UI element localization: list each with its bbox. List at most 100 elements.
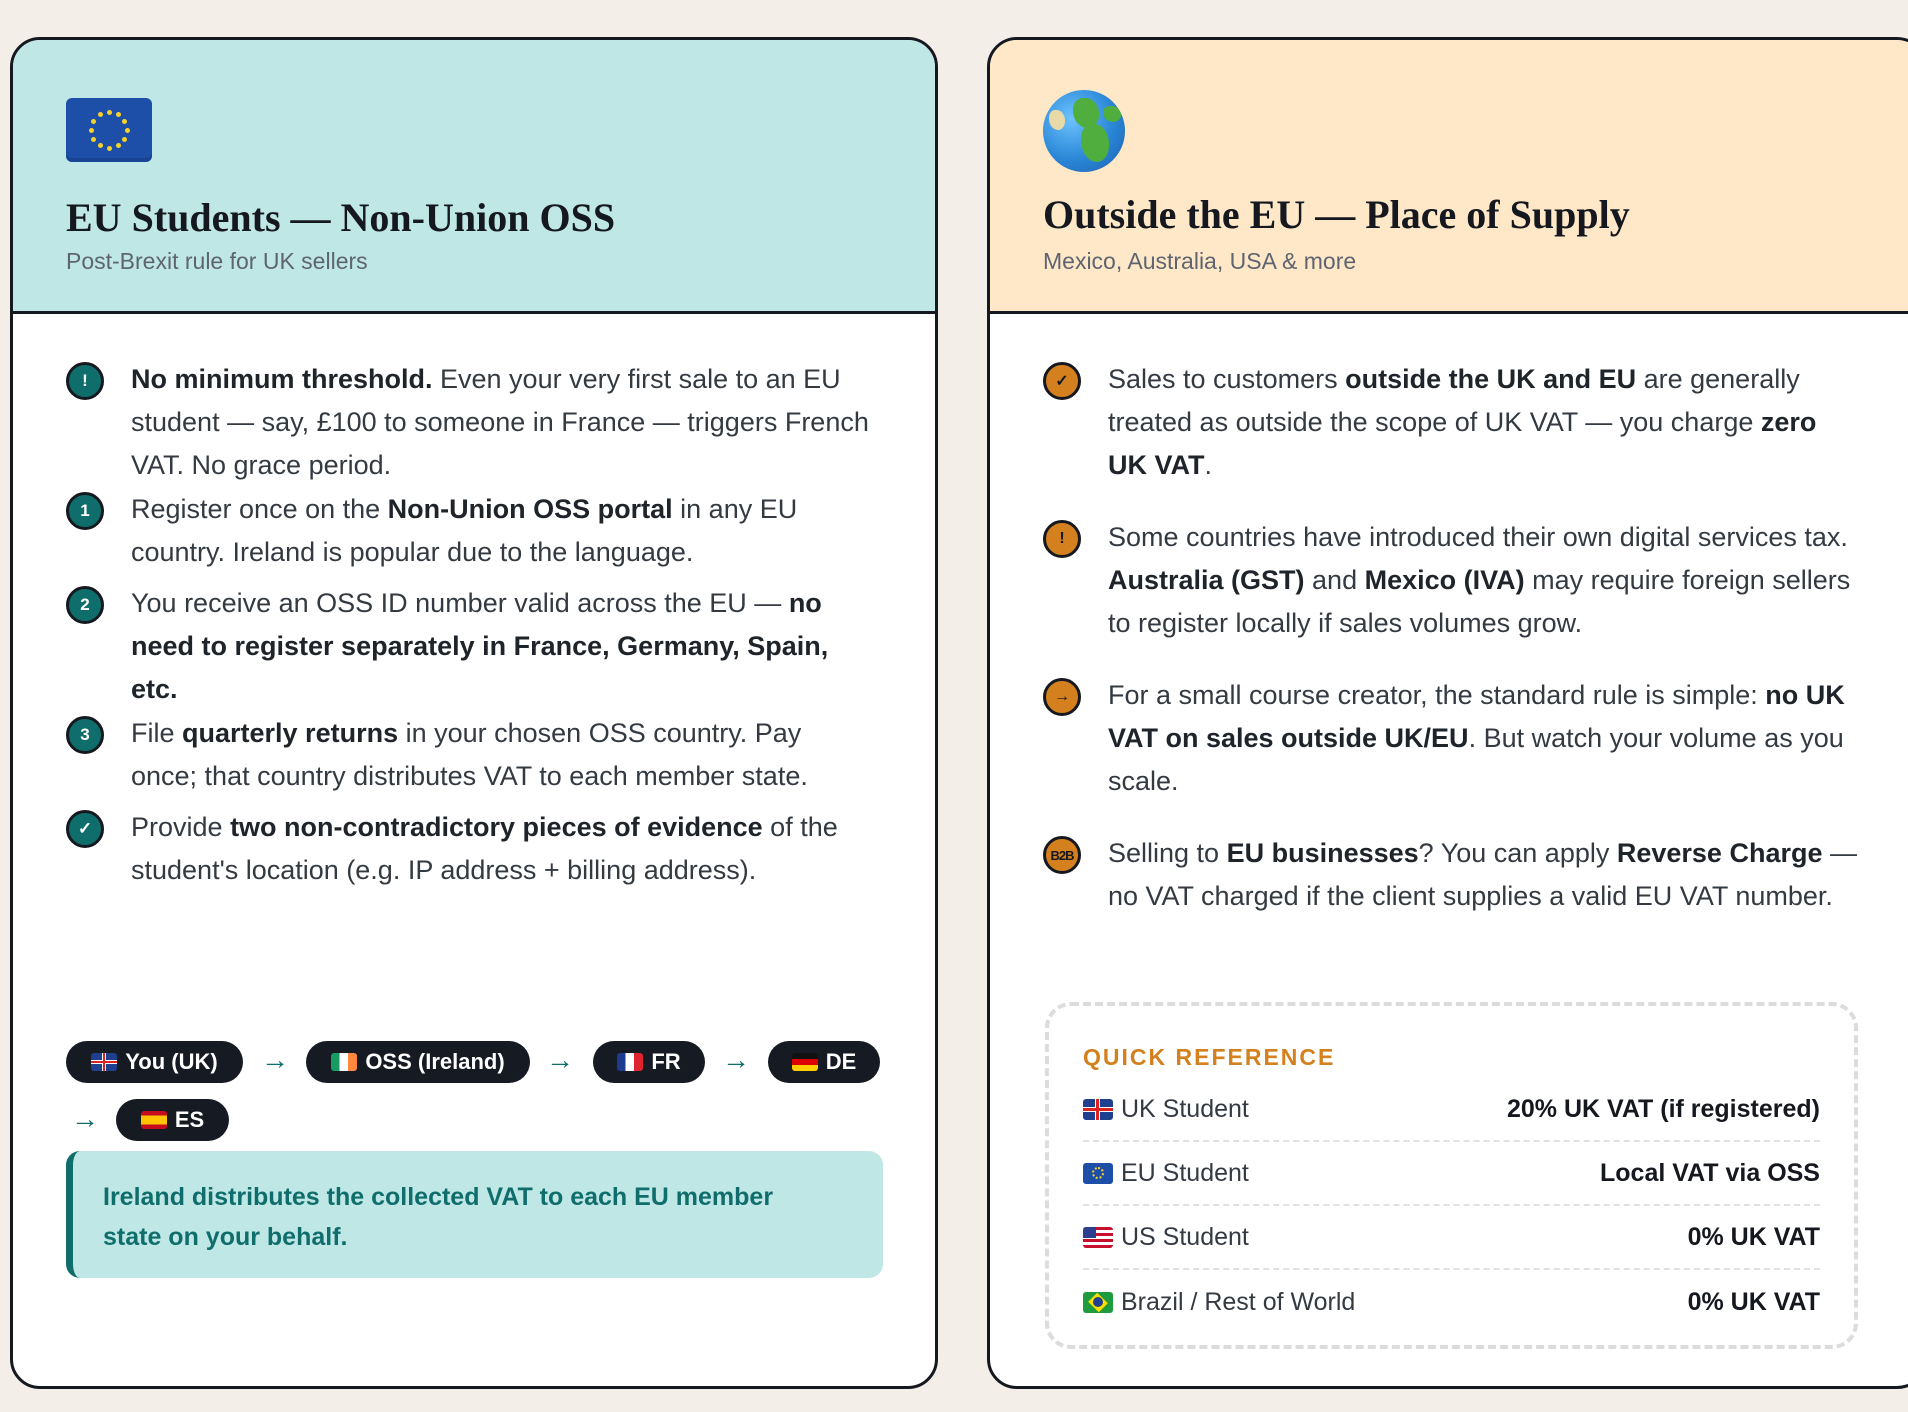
note-text: Ireland distributes the collected VAT to… [103, 1183, 774, 1251]
emphasis-text: No minimum threshold. [131, 364, 433, 394]
world-card-subtitle: Mexico, Australia, USA & more [1043, 248, 1357, 274]
eu-item-text: File quarterly returns in your chosen OS… [131, 718, 808, 791]
step-3-badge: 3 [66, 716, 104, 754]
star-icon [90, 136, 96, 142]
ireland-note-callout: Ireland distributes the collected VAT to… [66, 1151, 883, 1278]
quick-reference-row: US Student 0% UK VAT [1083, 1206, 1820, 1270]
world-item-text: Some countries have introduced their own… [1108, 522, 1851, 638]
flow-arrow-icon: → [722, 1044, 750, 1075]
eu-flag-icon [66, 98, 152, 162]
flow-arrow-icon: → [261, 1044, 289, 1075]
star-icon [97, 111, 103, 117]
flow-label: OSS (Ireland) [365, 1049, 505, 1074]
emphasis-text: zero UK VAT [1108, 407, 1817, 480]
uk-flag-icon [1083, 1098, 1113, 1120]
flow-label: FR [651, 1049, 681, 1074]
eu-item-returns: 3 File quarterly returns in your chosen … [66, 712, 871, 798]
world-item-reverse-charge: B2B Selling to EU businesses? You can ap… [1043, 832, 1858, 918]
star-icon [124, 127, 130, 133]
emphasis-text: outside the UK and EU [1345, 364, 1637, 394]
quick-reference-box: QUICK REFERENCE UK Student 20% UK VAT (i… [1045, 1002, 1858, 1349]
flow-label: DE [825, 1049, 857, 1074]
flow-arrow-icon: → [71, 1103, 99, 1134]
flow-label: You (UK) [125, 1049, 218, 1074]
world-card-title: Outside the EU — Place of Supply [1043, 192, 1630, 237]
emphasis-text: Australia (GST) [1108, 565, 1305, 595]
uk-flag-icon [91, 1053, 118, 1071]
step-2-badge: 2 [66, 586, 104, 624]
alert-badge-icon: ! [1043, 520, 1081, 558]
star-icon [122, 118, 128, 124]
eu-item-text: Register once on the Non-Union OSS porta… [131, 494, 798, 567]
star-icon [115, 143, 121, 149]
row-value: 0% UK VAT [1687, 1287, 1820, 1316]
spain-flag-icon [140, 1111, 167, 1129]
quick-reference-title: QUICK REFERENCE [1083, 1044, 1336, 1070]
world-item-text: Sales to customers outside the UK and EU… [1108, 364, 1817, 480]
flow-pill-de: DE [768, 1041, 880, 1083]
world-card-header: Outside the EU — Place of Supply Mexico,… [990, 40, 1908, 314]
eu-flag-icon [1083, 1162, 1113, 1184]
row-value: 0% UK VAT [1687, 1222, 1820, 1251]
eu-item-oss-id: 2 You receive an OSS ID number valid acr… [66, 582, 871, 711]
quick-reference-row: UK Student 20% UK VAT (if registered) [1083, 1078, 1820, 1142]
flow-pill-fr: FR [593, 1041, 705, 1083]
star-icon [115, 111, 121, 117]
emphasis-text: Mexico (IVA) [1364, 565, 1525, 595]
row-label: US Student [1121, 1222, 1249, 1251]
eu-item-text: Provide two non-contradictory pieces of … [131, 812, 838, 885]
world-item-simple-rule: → For a small course creator, the standa… [1043, 674, 1858, 803]
star-icon [90, 118, 96, 124]
step-1-badge: 1 [66, 492, 104, 530]
germany-flag-icon [791, 1053, 818, 1071]
globe-icon [1043, 90, 1125, 172]
eu-item-threshold: ! No minimum threshold. Even your very f… [66, 358, 871, 487]
row-value: Local VAT via OSS [1600, 1158, 1820, 1187]
ireland-flag-icon [331, 1053, 358, 1071]
eu-item-evidence: ✓ Provide two non-contradictory pieces o… [66, 806, 871, 892]
eu-item-register: 1 Register once on the Non-Union OSS por… [66, 488, 871, 574]
eu-card-title: EU Students — Non-Union OSS [66, 195, 616, 240]
brazil-flag-icon [1083, 1291, 1113, 1313]
row-value: 20% UK VAT (if registered) [1506, 1094, 1820, 1123]
emphasis-text: Reverse Charge [1616, 838, 1823, 868]
quick-reference-row: EU Student Local VAT via OSS [1083, 1142, 1820, 1206]
emphasis-text: no need to register separately in France… [131, 588, 829, 704]
eu-card-header: EU Students — Non-Union OSS Post-Brexit … [13, 40, 935, 314]
flow-pill-oss-ireland: OSS (Ireland) [306, 1041, 530, 1083]
emphasis-text: quarterly returns [182, 718, 399, 748]
world-item-outside-scope: ✓ Sales to customers outside the UK and … [1043, 358, 1858, 487]
emphasis-text: EU businesses [1226, 838, 1419, 868]
checkmark-badge-icon: ✓ [1043, 362, 1081, 400]
b2b-badge-icon: B2B [1043, 836, 1081, 874]
eu-item-text: No minimum threshold. Even your very fir… [131, 364, 869, 480]
star-icon [97, 143, 103, 149]
arrow-badge-icon: → [1043, 678, 1081, 716]
star-icon [106, 109, 112, 115]
world-item-text: Selling to EU businesses? You can apply … [1108, 838, 1857, 911]
world-item-digital-tax: ! Some countries have introduced their o… [1043, 516, 1858, 645]
flow-pill-uk: You (UK) [66, 1041, 243, 1083]
row-label: UK Student [1121, 1094, 1249, 1123]
row-label: Brazil / Rest of World [1121, 1287, 1356, 1316]
emphasis-text: Non-Union OSS portal [387, 494, 673, 524]
emphasis-text: no UK VAT on sales outside UK/EU [1108, 680, 1845, 753]
eu-students-card: EU Students — Non-Union OSS Post-Brexit … [10, 37, 938, 1389]
emphasis-text: two non-contradictory pieces of evidence [230, 812, 763, 842]
outside-eu-card: Outside the EU — Place of Supply Mexico,… [987, 37, 1908, 1389]
us-flag-icon [1083, 1226, 1113, 1248]
eu-card-subtitle: Post-Brexit rule for UK sellers [66, 248, 368, 274]
world-item-text: For a small course creator, the standard… [1108, 680, 1845, 796]
star-icon [106, 145, 112, 151]
flow-pill-es: ES [116, 1099, 229, 1141]
star-icon [88, 127, 94, 133]
alert-badge-icon: ! [66, 362, 104, 400]
quick-reference-row: Brazil / Rest of World 0% UK VAT [1083, 1270, 1820, 1334]
eu-item-text: You receive an OSS ID number valid acros… [131, 588, 829, 704]
france-flag-icon [617, 1053, 644, 1071]
checkmark-badge-icon: ✓ [66, 810, 104, 848]
star-icon [122, 136, 128, 142]
flow-arrow-icon: → [546, 1044, 574, 1075]
row-label: EU Student [1121, 1158, 1249, 1187]
flow-label: ES [174, 1107, 205, 1132]
